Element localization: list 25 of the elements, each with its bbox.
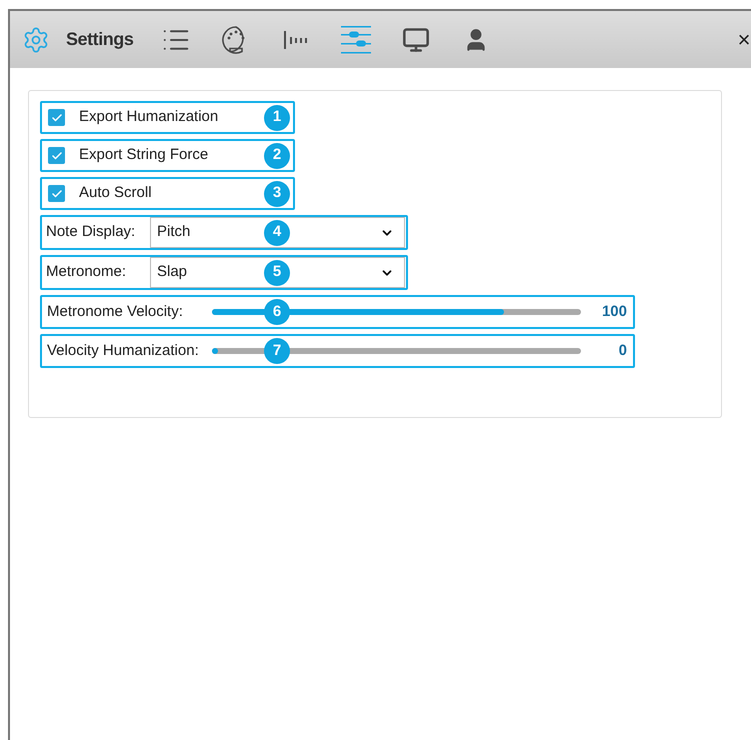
checkbox-label: Export Humanization: [79, 107, 218, 128]
checkbox-label: Auto Scroll: [79, 183, 152, 204]
checkbox-label: Export String Force: [79, 145, 208, 166]
checkbox[interactable]: [48, 185, 65, 202]
sliders-icon: [340, 24, 372, 54]
number-badge: 7: [264, 338, 290, 364]
check-icon: [50, 188, 62, 200]
slider-value: 0: [618, 340, 628, 361]
field-label: Metronome:: [46, 262, 128, 282]
checkbox[interactable]: [48, 147, 65, 164]
slider-label: Metronome Velocity:: [47, 302, 184, 322]
check-icon: [50, 112, 62, 124]
close-button[interactable]: ×: [737, 28, 751, 50]
number-badge: 3: [264, 180, 290, 206]
number-badge: 2: [264, 142, 290, 168]
check-icon: [50, 150, 62, 162]
field-label: Note Display:: [46, 222, 136, 242]
monitor-icon: [402, 26, 430, 54]
number-badge: 6: [264, 299, 290, 325]
slider-label: Velocity Humanization:: [47, 340, 200, 361]
number-badge: 1: [264, 104, 290, 130]
slider-value: 100: [600, 302, 628, 322]
settings-icon: [22, 26, 50, 54]
checkbox[interactable]: [48, 109, 65, 126]
window-title: Settings: [66, 28, 134, 51]
